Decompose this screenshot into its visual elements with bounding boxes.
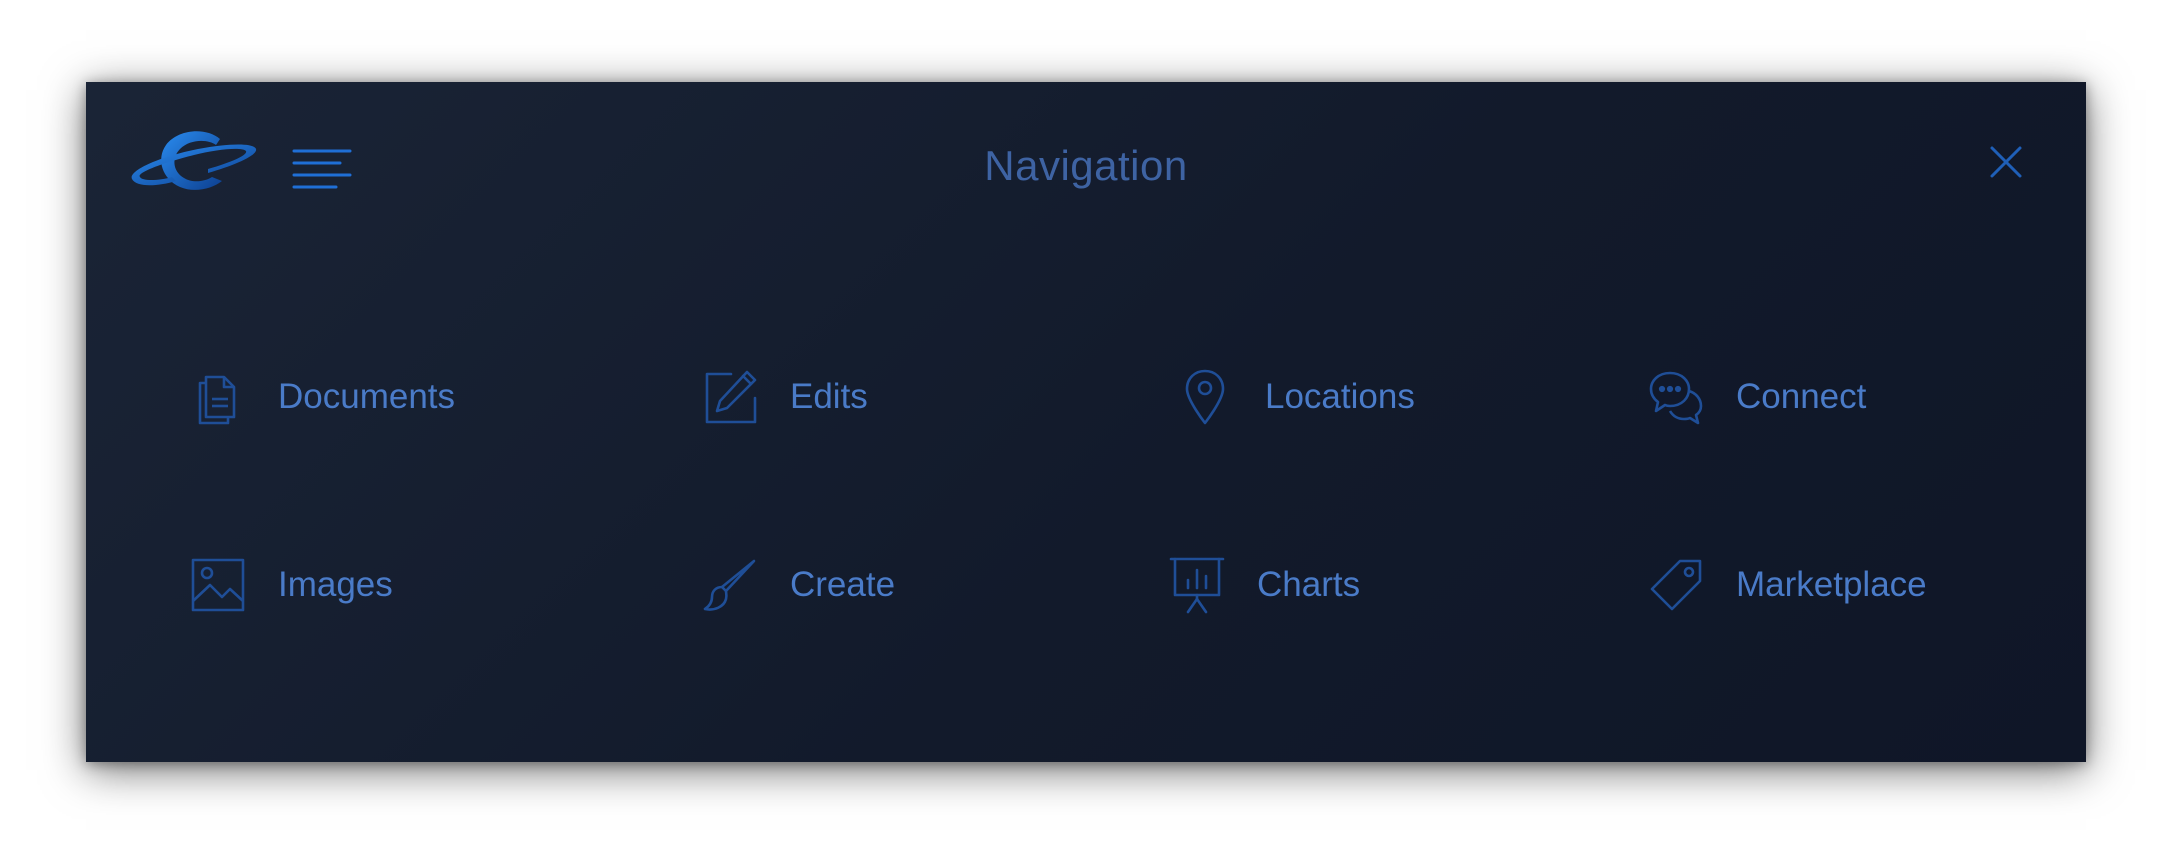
- location-pin-icon: [1175, 367, 1235, 427]
- navigation-panel: Navigation Documents Edits Locations Con…: [86, 82, 2086, 762]
- nav-item-connect[interactable]: Connect: [1646, 367, 1866, 427]
- nav-item-label: Create: [790, 565, 896, 604]
- nav-item-edits[interactable]: Edits: [700, 367, 868, 427]
- close-icon[interactable]: [1988, 144, 2024, 180]
- chat-icon: [1646, 367, 1706, 427]
- nav-item-locations[interactable]: Locations: [1175, 367, 1415, 427]
- nav-item-label: Locations: [1265, 377, 1415, 416]
- nav-item-label: Charts: [1257, 565, 1361, 604]
- nav-item-label: Images: [278, 565, 393, 604]
- image-icon: [188, 555, 248, 615]
- nav-item-charts[interactable]: Charts: [1167, 555, 1360, 615]
- nav-item-documents[interactable]: Documents: [188, 367, 455, 427]
- documents-icon: [188, 367, 248, 427]
- nav-item-label: Connect: [1736, 377, 1867, 416]
- brush-icon: [700, 555, 760, 615]
- nav-item-label: Documents: [278, 377, 456, 416]
- presentation-chart-icon: [1167, 555, 1227, 615]
- edit-icon: [700, 367, 760, 427]
- nav-item-marketplace[interactable]: Marketplace: [1646, 555, 1927, 615]
- nav-item-label: Marketplace: [1736, 565, 1927, 604]
- nav-item-images[interactable]: Images: [188, 555, 393, 615]
- nav-item-label: Edits: [790, 377, 868, 416]
- nav-item-create[interactable]: Create: [700, 555, 895, 615]
- tag-icon: [1646, 555, 1706, 615]
- page-title: Navigation: [984, 142, 1188, 189]
